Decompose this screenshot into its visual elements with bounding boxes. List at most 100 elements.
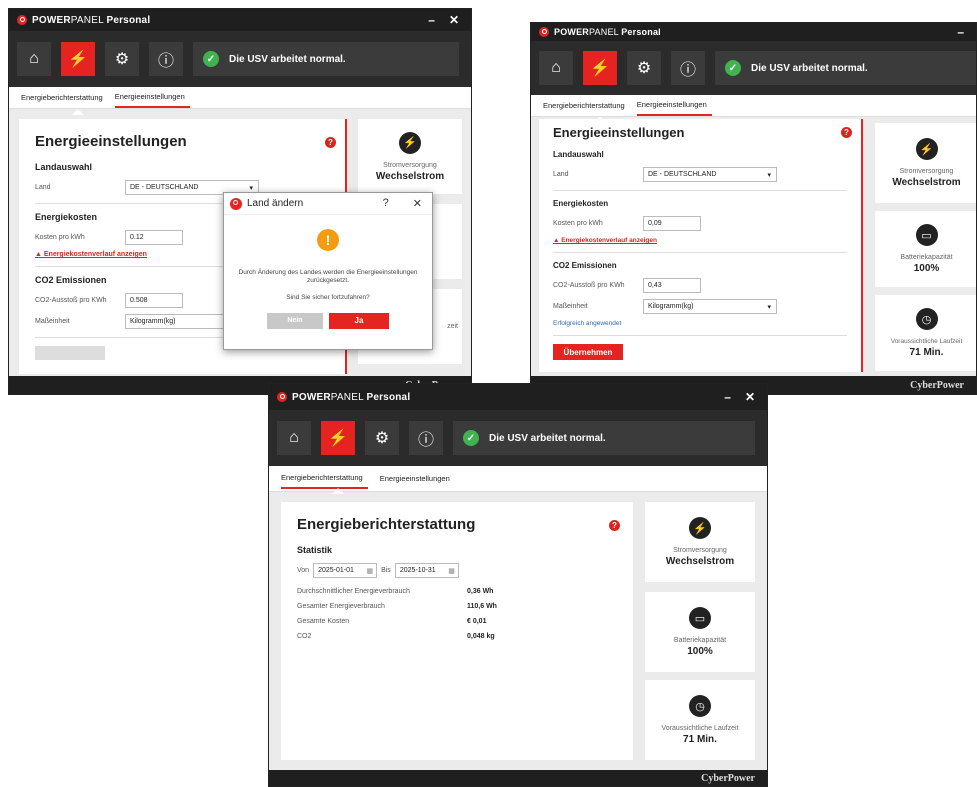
dialog-message: Durch Änderung des Landes werden die Ene…	[238, 269, 418, 285]
home-nav-button[interactable]: ⌂	[539, 51, 573, 85]
tab-report[interactable]: Energieberichterstattung	[543, 96, 625, 115]
footer: CyberPower	[269, 770, 767, 786]
stat-row: Durchschnittlicher Energieverbrauch 0,36 …	[297, 588, 494, 595]
home-icon: ⌂	[551, 59, 561, 76]
dialog-help-button[interactable]: ?	[383, 197, 389, 210]
chevron-down-icon: ▾	[767, 303, 771, 311]
help-icon[interactable]: ?	[325, 137, 336, 148]
to-date-input[interactable]: 2025-10-31 ▦	[394, 563, 459, 578]
calendar-icon[interactable]: ▦	[366, 567, 373, 575]
energy-nav-button[interactable]: ⚡	[321, 421, 355, 455]
tab-settings[interactable]: Energieeinstellungen	[380, 469, 450, 488]
unit-label: Maßeinheit	[553, 303, 588, 310]
app-title: POWERPANEL Personal	[32, 14, 151, 26]
minimize-button[interactable]: –	[957, 25, 964, 39]
info-nav-button[interactable]: ⓘ	[409, 421, 443, 455]
section-statistics: Statistik	[297, 545, 333, 555]
app-title: POWERPANEL Personal	[554, 27, 661, 37]
divider	[553, 335, 847, 336]
gear-icon: ⚙	[374, 430, 390, 447]
battery-title: Batteriekapazität	[673, 637, 727, 644]
apply-button[interactable]: Übernehmen	[553, 344, 623, 360]
yes-button[interactable]: Ja	[329, 312, 389, 329]
battery-value: 100%	[687, 646, 713, 657]
minimize-button[interactable]: –	[724, 390, 731, 404]
cost-label: Kosten pro kWh	[35, 234, 85, 241]
cost-input[interactable]: 0.12	[125, 230, 183, 245]
help-icon[interactable]: ?	[609, 520, 620, 531]
battery-value: 100%	[913, 263, 940, 274]
calendar-icon[interactable]: ▦	[448, 567, 455, 575]
dialog-title: Land ändern	[247, 198, 304, 209]
page-title: Energieberichterstattung	[297, 516, 476, 533]
success-message: Erfolgreich angewendet	[553, 320, 622, 327]
tab-report[interactable]: Energieberichterstattung	[281, 468, 368, 489]
minimize-button[interactable]: –	[428, 13, 435, 27]
chevron-down-icon: ▾	[249, 184, 253, 192]
cost-history-link[interactable]: ▲ Energiekostenverlauf anzeigen	[553, 237, 847, 244]
power-title: Stromversorgung	[383, 161, 437, 169]
cost-input[interactable]: 0,09	[643, 216, 701, 231]
energy-nav-button[interactable]: ⚡	[583, 51, 617, 85]
runtime-title: Voraussichtliche Laufzeit	[890, 338, 963, 345]
change-country-dialog: Land ändern ? ✕ ! Durch Änderung des Land…	[223, 192, 433, 350]
stat-row: Gesamter Energieverbrauch 110,6 Wh	[297, 603, 497, 610]
help-icon[interactable]: ?	[841, 127, 852, 138]
info-nav-button[interactable]: ⓘ	[149, 42, 183, 76]
co2-input[interactable]: 0,43	[643, 278, 701, 293]
home-nav-button[interactable]: ⌂	[17, 42, 51, 76]
country-select[interactable]: DE - DEUTSCHLAND ▾	[643, 167, 777, 182]
unit-select[interactable]: Kilogramm(kg)	[125, 314, 235, 329]
country-label: Land	[553, 171, 569, 178]
home-nav-button[interactable]: ⌂	[277, 421, 311, 455]
dialog-close-button[interactable]: ✕	[413, 197, 422, 210]
unit-select[interactable]: Kilogramm(kg) ▾	[643, 299, 777, 314]
settings-nav-button[interactable]: ⚙	[627, 51, 661, 85]
app-title: POWERPANEL Personal	[292, 391, 411, 403]
close-button[interactable]: ✕	[449, 13, 459, 27]
close-button[interactable]: ✕	[745, 390, 755, 404]
info-icon: ⓘ	[157, 53, 174, 70]
status-bar: ✓ Die USV arbeitet normal.	[193, 42, 459, 76]
cost-label: Kosten pro kWh	[553, 220, 603, 227]
nav-bar: ⌂ ⚡ ⚙ ⓘ ✓ Die USV arbeitet normal.	[9, 31, 471, 87]
check-icon: ✓	[463, 430, 479, 446]
from-date-input[interactable]: 2025-01-01 ▦	[313, 563, 378, 578]
battery-icon: ▭	[915, 224, 938, 246]
co2-input[interactable]: 0.508	[125, 293, 183, 308]
energy-icon: ⚡	[590, 60, 610, 77]
divider	[553, 252, 847, 253]
lightning-icon: ⚡	[915, 138, 938, 160]
tab-bar: Energieberichterstattung Energieeinstell…	[9, 87, 471, 109]
battery-card: ▭ Batteriekapazität 100%	[875, 211, 976, 287]
title-bar: POWERPANEL Personal – ✕	[9, 9, 471, 31]
settings-nav-button[interactable]: ⚙	[365, 421, 399, 455]
energy-icon: ⚡	[328, 430, 348, 447]
settings-nav-button[interactable]: ⚙	[105, 42, 139, 76]
lightning-icon: ⚡	[399, 131, 421, 154]
settings-card: Energieeinstellungen ? Landauswahl Land D…	[539, 119, 861, 372]
section-co2: CO2 Emissionen	[553, 261, 617, 270]
tab-settings[interactable]: Energieeinstellungen	[114, 87, 190, 108]
chevron-down-icon: ▾	[767, 171, 771, 179]
tab-settings[interactable]: Energieeinstellungen	[636, 95, 712, 116]
no-button[interactable]: Nein	[267, 312, 323, 329]
stat-row: CO2 0,048 kg	[297, 633, 495, 640]
battery-card: ▭ Batteriekapazität 100%	[645, 592, 755, 672]
info-nav-button[interactable]: ⓘ	[671, 51, 705, 85]
energy-nav-button[interactable]: ⚡	[61, 42, 95, 76]
window-settings-applied: POWERPANEL Personal – ⌂ ⚡ ⚙ ⓘ ✓ Die USV a…	[530, 22, 977, 395]
apply-button-disabled[interactable]	[35, 346, 105, 360]
status-bar: ✓ Die USV arbeitet normal.	[453, 421, 755, 455]
check-icon: ✓	[203, 51, 219, 67]
nav-bar: ⌂ ⚡ ⚙ ⓘ ✓ Die USV arbeitet normal.	[269, 410, 767, 466]
country-label: Land	[35, 184, 51, 191]
power-card: ⚡ Stromversorgung Wechselstrom	[645, 502, 755, 582]
power-value: Wechselstrom	[892, 177, 961, 188]
power-title: Stromversorgung	[899, 168, 954, 175]
lightning-icon: ⚡	[689, 517, 711, 539]
scrollbar[interactable]	[861, 119, 863, 372]
tab-report[interactable]: Energieberichterstattung	[21, 88, 103, 107]
warning-icon: !	[317, 229, 339, 251]
section-cost: Energiekosten	[553, 199, 609, 208]
